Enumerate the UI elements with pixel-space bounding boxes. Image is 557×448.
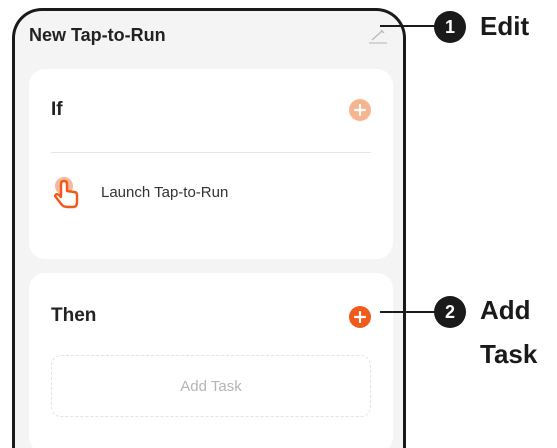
add-condition-button[interactable] — [349, 99, 371, 121]
callout-badge-2: 2 — [434, 296, 466, 328]
page-title: New Tap-to-Run — [29, 25, 166, 45]
callout-line-edit — [380, 25, 438, 27]
condition-label: Launch Tap-to-Run — [101, 183, 229, 201]
then-heading: Then — [51, 305, 97, 326]
add-task-button[interactable] — [349, 306, 371, 328]
condition-item[interactable]: Launch Tap-to-Run — [51, 175, 228, 209]
callout-label-edit: Edit — [480, 11, 530, 41]
plus-icon — [354, 104, 366, 116]
callout-line-add-task — [380, 311, 438, 313]
divider — [51, 152, 371, 153]
pencil-icon[interactable] — [367, 27, 389, 45]
phone-frame: New Tap-to-Run If Launch Tap-to-Run Then — [12, 8, 406, 448]
if-heading: If — [51, 99, 63, 120]
then-card: Then Add Task — [29, 273, 393, 448]
add-task-placeholder[interactable]: Add Task — [51, 355, 371, 417]
callout-badge-1: 1 — [434, 11, 466, 43]
hand-tap-icon — [53, 177, 79, 209]
plus-icon — [354, 311, 366, 323]
if-card: If Launch Tap-to-Run — [29, 69, 393, 259]
callout-label-add: Add — [480, 295, 531, 325]
callout-label-task: Task — [480, 339, 538, 369]
